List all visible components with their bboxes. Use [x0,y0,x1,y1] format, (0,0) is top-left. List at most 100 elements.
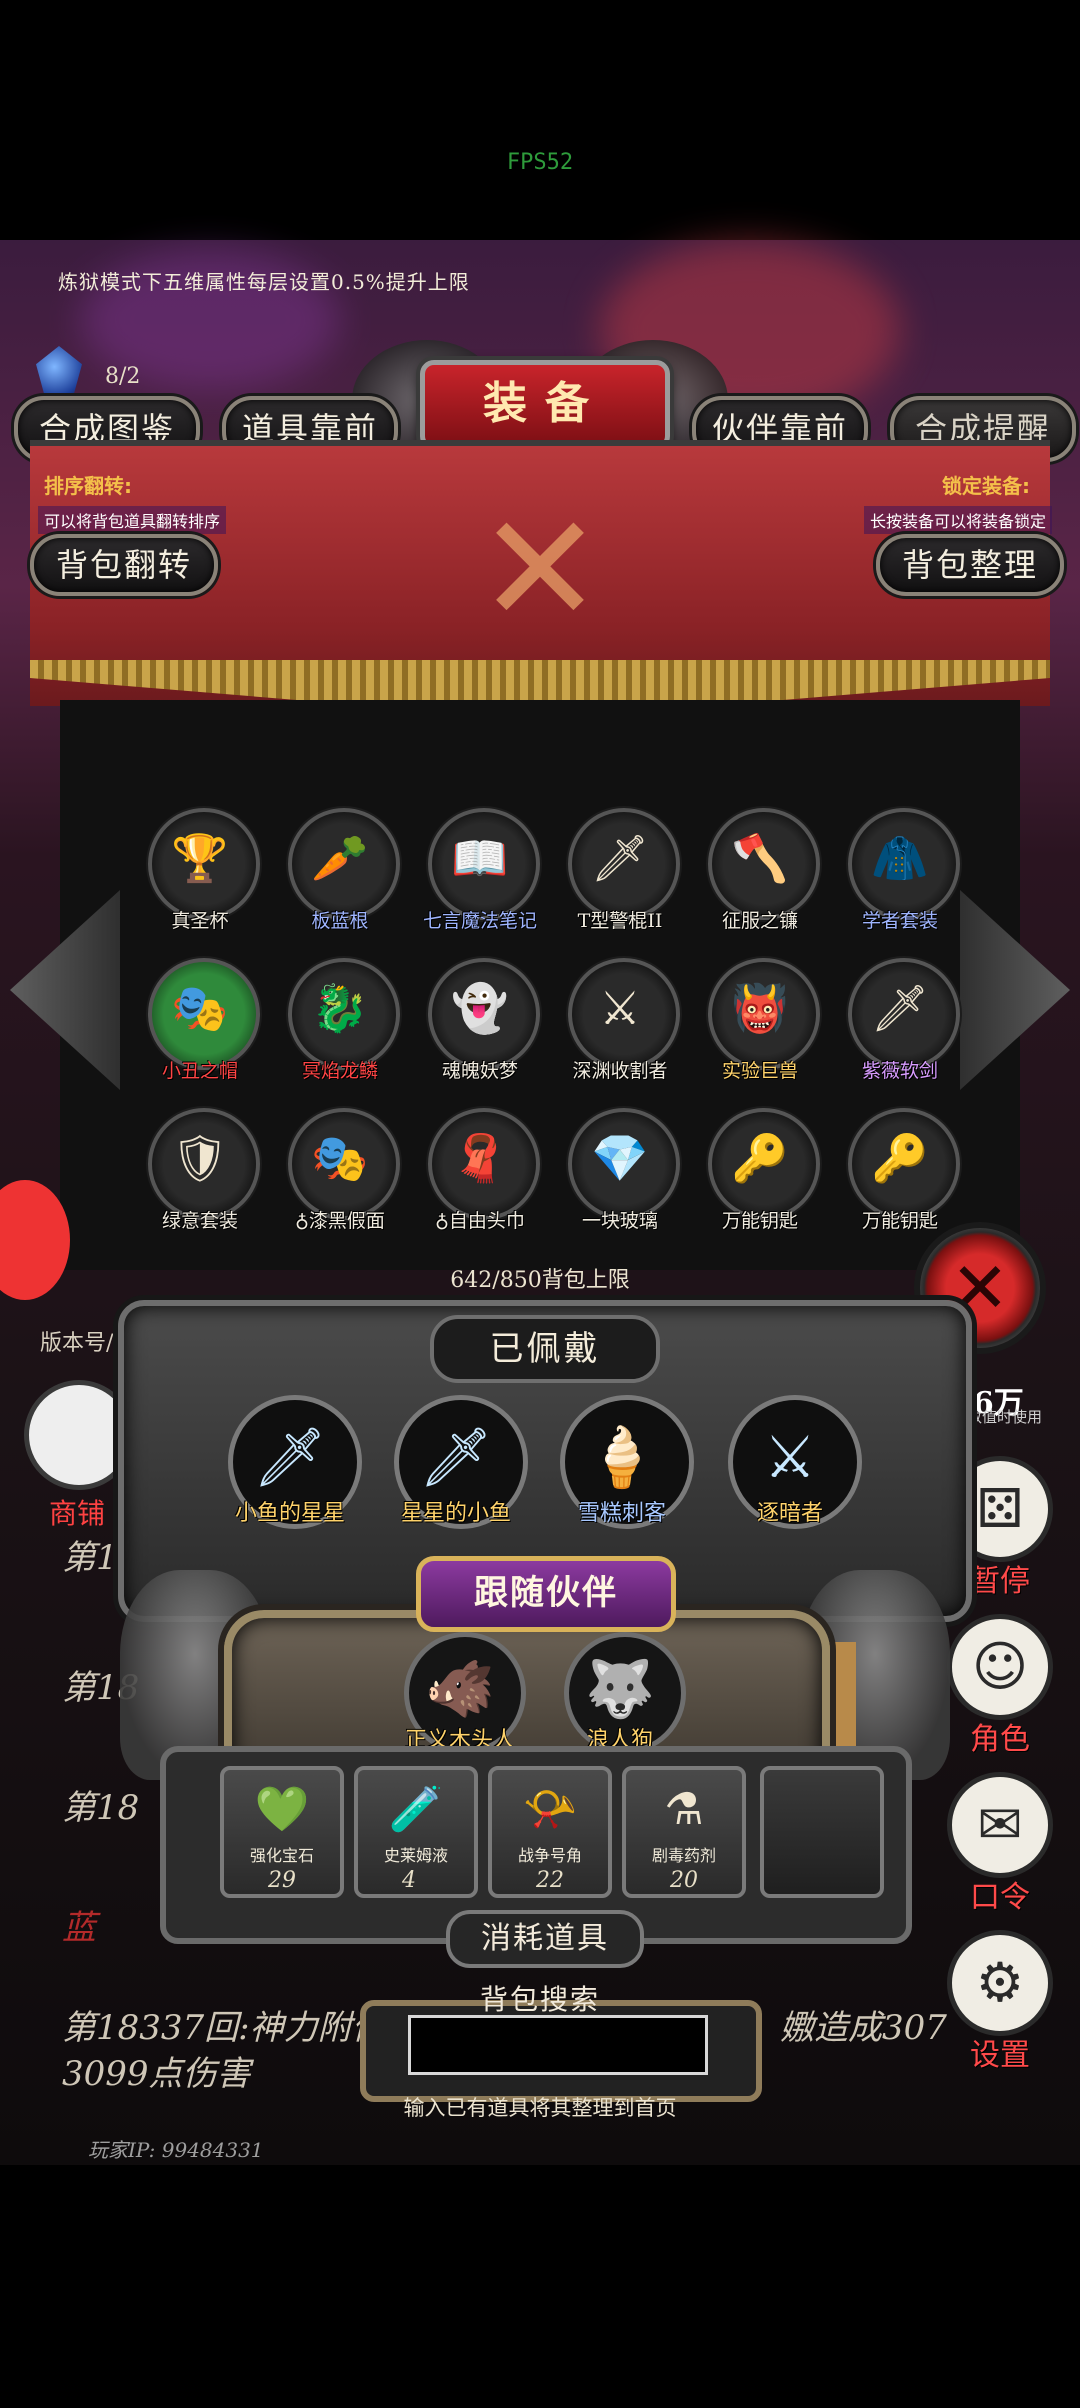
inventory-slot[interactable]: 👻 魂魄妖梦 [410,950,550,1090]
lock-equip-hint: 长按装备可以将装备锁定 [864,506,1053,534]
item-icon: 🎭 [311,1131,369,1185]
partner-icon: 🐺 [585,1657,655,1722]
consumable-icon: 💚 [254,1784,310,1835]
item-icon: 👻 [451,981,509,1035]
character-button[interactable]: ☺ 角色 [940,1614,1060,1758]
item-icon: 🧥 [871,831,929,885]
inventory-slot[interactable]: 🪓 征服之镰 [690,800,830,940]
item-icon: 🏆 [171,831,229,885]
item-icon: 🛡 [170,1131,230,1185]
inventory-slot[interactable]: 🎭 小丑之帽 [130,950,270,1090]
item-icon: 📖 [451,831,509,885]
inventory-slot[interactable]: 📖 七言魔法笔记 [410,800,550,940]
equipped-label: 逐暗者 [756,1501,823,1526]
search-hint: 输入已有道具将其整理到首页 [403,2096,677,2120]
item-label: 板蓝根 [311,910,369,932]
inventory-slot[interactable]: 🔑 万能钥匙 [830,1100,970,1240]
consumable-slot[interactable]: 🧪 史莱姆液 [354,1766,478,1898]
consumable-count: 20 [670,1868,698,1893]
partner-icon: 🐗 [425,1657,495,1722]
item-icon: 💎 [591,1131,649,1185]
inventory-slot[interactable]: 🧥 学者套装 [830,800,970,940]
equipped-label: 星星的小鱼 [400,1501,511,1526]
gem-count: 8/2 [105,364,141,389]
item-icon: 👹 [731,981,789,1035]
equipped-slot[interactable]: 🗡 星星的小鱼 [376,1395,536,1545]
item-label: T型警棍II [577,910,663,932]
consumable-icon: ⚗ [664,1784,704,1835]
item-label: 魂魄妖梦 [441,1060,518,1082]
inventory-slot[interactable]: 🗡 紫薇软剑 [830,950,970,1090]
weapon-icon: 🍦 [585,1423,659,1491]
item-icon: 🔑 [731,1131,789,1185]
item-icon: 🗡 [870,981,930,1035]
consumable-label: 史莱姆液 [383,1846,448,1865]
weapon-icon: 🗡 [419,1423,493,1491]
bag-flip-button[interactable]: 背包翻转 [30,534,218,596]
consumables-title: 消耗道具 [446,1910,644,1968]
weapon-icon: ⚔ [764,1423,816,1491]
bag-capacity: 642/850背包上限 [450,1268,630,1293]
item-icon: 🧣 [451,1131,509,1185]
fps-counter: FPS52 [506,150,574,175]
consumable-icon: 🧪 [388,1784,444,1835]
consumable-icon: 📯 [522,1784,578,1835]
item-label: 冥焰龙鳞 [301,1060,378,1082]
item-label: 万能钥匙 [721,1210,798,1232]
item-icon: ⚔ [599,981,641,1035]
player-ip: 玩家IP: 99484331 [88,2138,264,2162]
page-title: 装备 [420,360,670,450]
item-label: 绿意套装 [161,1210,238,1232]
item-icon: 🎭 [171,981,229,1035]
item-label: 一块玻璃 [581,1210,658,1232]
battle-log-line: 蓝 [62,1908,96,1948]
shop-button[interactable]: 商铺 [22,1380,134,1532]
bag-sort-button[interactable]: 背包整理 [876,534,1064,596]
consumable-label: 战争号角 [517,1846,582,1865]
lock-equip-title: 锁定装备: [942,474,1030,498]
battle-log-line: 第1 [62,1538,118,1578]
code-button[interactable]: ✉ 口令 [940,1772,1060,1916]
item-label: 小丑之帽 [161,1060,238,1082]
item-label: 征服之镰 [721,910,798,932]
equipped-label: 小鱼的星星 [234,1501,345,1526]
inventory-slot[interactable]: 👹 实验巨兽 [690,950,830,1090]
item-icon: 🪓 [731,831,789,885]
inventory-slot[interactable]: 🗡 T型警棍II [550,800,690,940]
inventory-slot[interactable]: 🔑 万能钥匙 [690,1100,830,1240]
inventory-slot[interactable]: 🐉 冥焰龙鳞 [270,950,410,1090]
consumable-count: 4 [402,1868,416,1893]
equipped-slot[interactable]: 🗡 小鱼的星星 [210,1395,370,1545]
item-label: 七言魔法笔记 [422,910,537,932]
code-label: 口令 [970,1880,1030,1915]
equipped-slot[interactable]: ⚔ 逐暗者 [710,1395,870,1545]
empty-consumable-slot[interactable] [760,1766,884,1898]
inventory-slot[interactable]: 🛡 绿意套装 [130,1100,270,1240]
shop-label: 商铺 [48,1497,105,1530]
sort-flip-title: 排序翻转: [44,474,132,498]
item-icon: 🗡 [590,831,650,885]
item-label: ♁漆黑假面 [295,1210,385,1232]
consumable-label: 强化宝石 [249,1846,314,1865]
bag-search-input[interactable] [408,2015,708,2075]
item-icon: 🔑 [871,1131,929,1185]
consumable-count: 29 [268,1868,296,1893]
character-label: 角色 [970,1722,1030,1757]
crossed-swords-emblem-icon: ✕ [477,483,603,657]
inventory-slot[interactable]: 🏆 真圣杯 [130,800,270,940]
battle-log-line: 第18 [62,1788,140,1828]
item-label: 紫薇软剑 [861,1060,938,1082]
mode-notice: 炼狱模式下五维属性每层设置0.5%提升上限 [58,270,470,294]
inventory-slot[interactable]: 💎 一块玻璃 [550,1100,690,1240]
equipped-slot[interactable]: 🍦 雪糕刺客 [542,1395,702,1545]
hood-icon: ☺ [947,1614,1053,1720]
inventory-slot[interactable]: ⚔ 深渊收割者 [550,950,690,1090]
sort-flip-hint: 可以将背包道具翻转排序 [38,506,227,534]
scroll-icon: ✉ [947,1772,1053,1878]
inventory-slot[interactable]: 🥕 板蓝根 [270,800,410,940]
partner-title: 跟随伙伴 [416,1556,676,1632]
inventory-slot[interactable]: 🎭 ♁漆黑假面 [270,1100,410,1240]
item-label: 实验巨兽 [721,1060,798,1082]
inventory-slot[interactable]: 🧣 ♁自由头巾 [410,1100,550,1240]
consumable-label: 剧毒药剂 [651,1846,716,1865]
